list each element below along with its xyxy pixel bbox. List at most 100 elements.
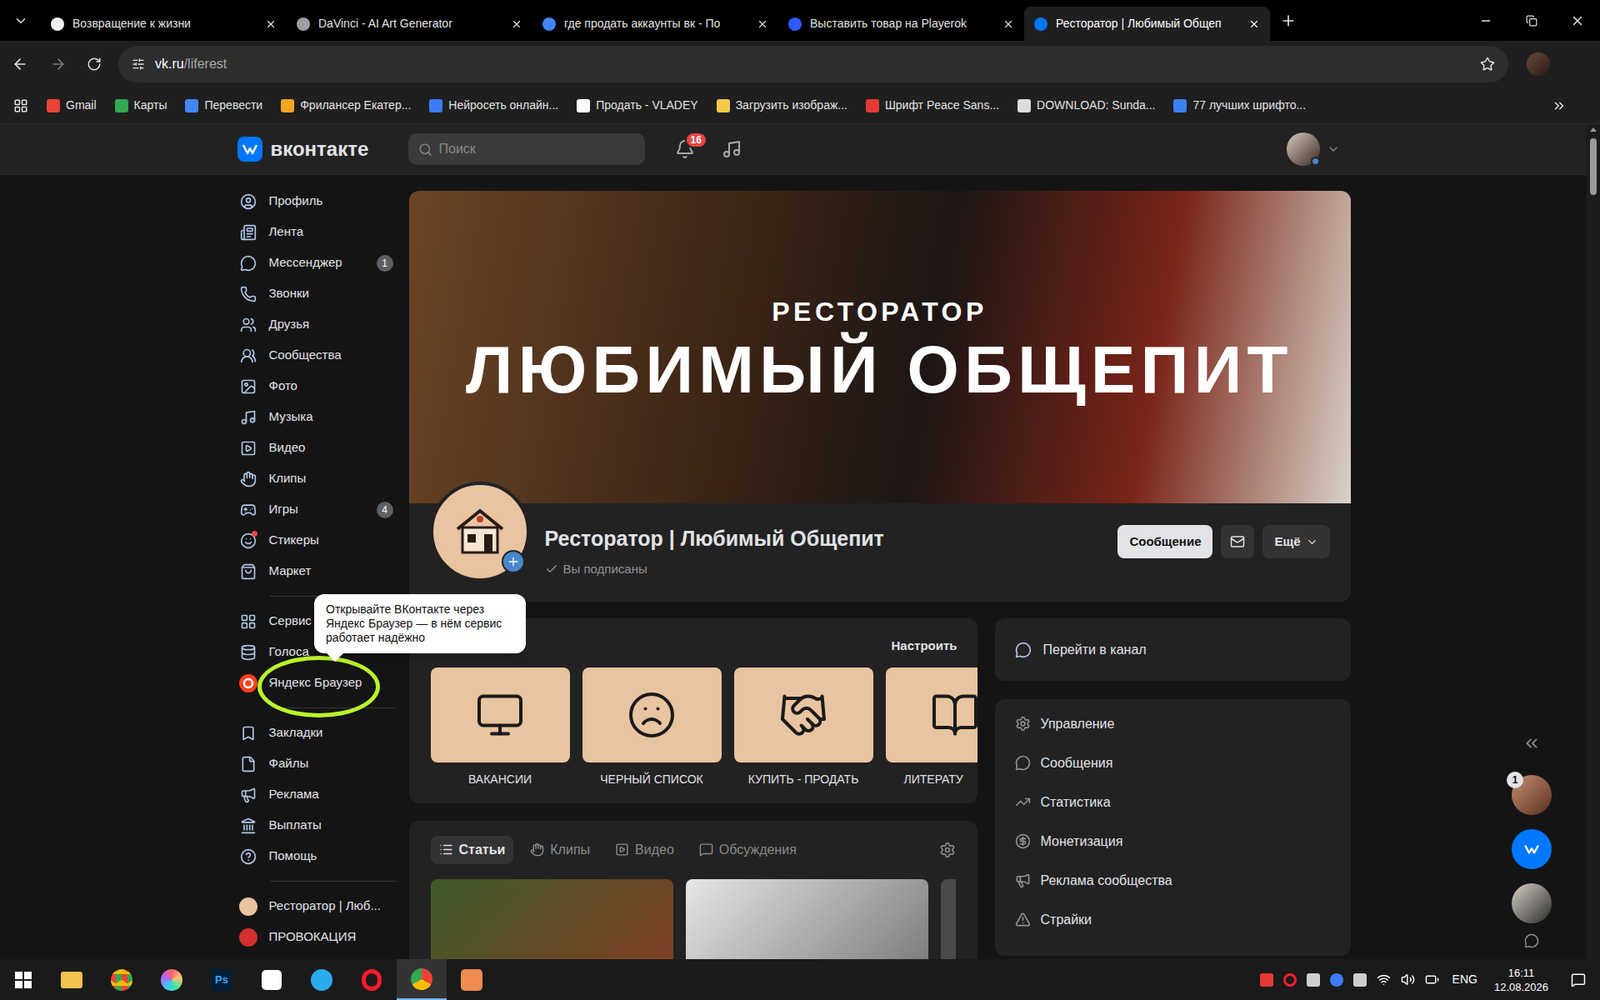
close-icon[interactable] <box>756 18 769 30</box>
bookmark[interactable]: Загрузить изображ... <box>716 96 848 115</box>
chat-avatar[interactable] <box>1511 883 1552 924</box>
community-shortcut[interactable]: Ресторатор | Люб... <box>237 890 396 922</box>
vk-logo[interactable]: вконтакте <box>237 134 409 165</box>
browser-tab[interactable]: Выставить товар на Playerok <box>778 6 1025 41</box>
tray-icon[interactable] <box>1283 973 1297 987</box>
nav-item[interactable]: Звонки <box>237 278 396 310</box>
taskbar-app[interactable] <box>96 959 147 1000</box>
apps-icon[interactable] <box>13 98 29 114</box>
star-icon[interactable] <box>1480 56 1495 72</box>
close-window-button[interactable] <box>1554 0 1600 41</box>
menu-tile[interactable]: КУПИТЬ - ПРОДАТЬ <box>734 667 874 789</box>
admin-menu-item[interactable]: Сообщения <box>995 743 1351 783</box>
taskbar-app[interactable] <box>346 959 397 1000</box>
nav-item[interactable]: Клипы <box>237 463 396 495</box>
clock[interactable]: 16:1112.08.2026 <box>1490 965 1552 995</box>
close-icon[interactable] <box>1248 18 1260 30</box>
nav-item[interactable]: Маркет <box>237 555 396 587</box>
admin-menu-item[interactable]: Реклама сообщества <box>995 860 1351 900</box>
bookmark[interactable]: Шрифт Peace Sans... <box>865 96 1000 115</box>
restore-button[interactable] <box>1508 0 1555 41</box>
admin-menu-item[interactable]: Монетизация <box>995 821 1351 861</box>
nav-item[interactable]: Помощь <box>237 840 396 872</box>
bookmark[interactable]: Перевести <box>185 96 263 115</box>
tab-search-button[interactable] <box>0 0 41 41</box>
notifications-button[interactable]: 16 <box>675 139 695 160</box>
nav-item[interactable]: Лента <box>237 216 396 248</box>
menu-tile[interactable]: ЧЕРНЫЙ СПИСОК <box>582 667 722 789</box>
browser-tab[interactable]: DaVinci - AI Art Generator <box>286 6 533 41</box>
taskbar-app[interactable] <box>446 959 497 1000</box>
back-icon[interactable] <box>11 55 29 73</box>
bookmark[interactable]: 77 лучших шрифто... <box>1173 96 1306 115</box>
close-icon[interactable] <box>265 18 277 30</box>
bookmark[interactable]: DOWNLOAD: Sunda... <box>1017 96 1155 115</box>
taskbar-app[interactable] <box>46 959 97 1000</box>
taskbar-app[interactable] <box>146 959 197 1000</box>
community-shortcut[interactable]: ПРОВОКАЦИЯ <box>237 921 396 953</box>
language-indicator[interactable]: ENG <box>1449 970 1481 989</box>
tray-icon[interactable] <box>1260 973 1274 987</box>
nav-item[interactable]: Друзья <box>237 309 396 340</box>
admin-menu-item[interactable]: Управление <box>995 704 1351 744</box>
start-button[interactable] <box>0 959 47 1000</box>
customize-link[interactable]: Настроить <box>891 636 958 656</box>
taskbar-app[interactable] <box>396 959 447 1000</box>
battery-icon[interactable] <box>1425 972 1440 987</box>
nav-item[interactable]: Видео <box>237 432 396 464</box>
new-tab-button[interactable] <box>1280 0 1297 41</box>
scrollbar[interactable] <box>1586 124 1600 960</box>
taskbar-app[interactable] <box>246 959 297 1000</box>
nav-item[interactable]: Реклама <box>237 779 396 810</box>
collapse-icon[interactable] <box>1522 734 1541 753</box>
tray-icon[interactable] <box>1330 973 1344 987</box>
content-tab[interactable]: Статьи <box>430 835 515 865</box>
nav-item[interactable]: Фото <box>237 370 396 402</box>
scrollbar-thumb[interactable] <box>1590 138 1597 195</box>
omnibox[interactable]: vk.ru/liferest <box>118 45 1509 83</box>
nav-item[interactable]: Музыка <box>237 401 396 433</box>
nav-item[interactable]: Стикеры <box>237 525 396 556</box>
notification-center-button[interactable] <box>1561 959 1595 1000</box>
site-info-icon[interactable] <box>131 57 145 71</box>
forward-icon[interactable] <box>50 55 67 73</box>
nav-item[interactable]: Мессенджер1 <box>237 247 396 279</box>
content-tab[interactable]: Видео <box>606 835 683 865</box>
bookmark[interactable]: Карты <box>115 96 168 115</box>
nav-item[interactable]: Профиль <box>237 185 396 217</box>
admin-menu-item[interactable]: Статистика <box>995 782 1351 822</box>
chat-avatar[interactable]: 1 <box>1511 775 1552 815</box>
close-icon[interactable] <box>1002 18 1015 30</box>
menu-tile[interactable]: ВАКАНСИИ <box>430 667 570 789</box>
reload-icon[interactable] <box>86 56 102 72</box>
nav-item[interactable]: Выплаты <box>237 810 396 841</box>
article-card[interactable] <box>430 879 674 960</box>
more-button[interactable]: Ещё <box>1262 525 1330 559</box>
admin-menu-item[interactable]: Страйки <box>995 900 1351 940</box>
search-field[interactable]: Поиск <box>408 133 645 165</box>
article-card[interactable] <box>940 879 956 960</box>
bookmark[interactable]: Продать - VLADEY <box>576 96 698 115</box>
gear-icon[interactable] <box>939 841 956 859</box>
menu-tile[interactable]: ЛИТЕРАТУ <box>885 667 978 789</box>
scroll-up-icon[interactable] <box>1590 127 1597 132</box>
account-menu[interactable] <box>1286 132 1340 166</box>
taskbar-app[interactable]: Ps <box>196 959 247 1000</box>
tray-icon[interactable] <box>1353 973 1367 987</box>
music-icon[interactable] <box>721 139 742 160</box>
nav-item[interactable]: Сообщества <box>237 340 396 371</box>
taskbar-app[interactable] <box>296 959 347 1000</box>
bookmark[interactable]: Gmail <box>46 96 97 115</box>
add-photo-icon[interactable] <box>501 550 525 574</box>
channel-link-card[interactable]: Перейти в канал <box>995 618 1351 681</box>
close-icon[interactable] <box>510 18 523 30</box>
article-card[interactable] <box>685 879 929 960</box>
wifi-icon[interactable] <box>1376 972 1391 987</box>
minimize-button[interactable] <box>1462 0 1509 41</box>
chat-icon[interactable] <box>1524 933 1540 949</box>
volume-icon[interactable] <box>1400 972 1415 987</box>
browser-tab[interactable]: где продать аккаунты вк - По <box>532 6 779 41</box>
profile-avatar[interactable] <box>1526 52 1550 76</box>
bookmark[interactable]: Нейросеть онлайн... <box>429 96 559 115</box>
community-avatar[interactable] <box>430 481 530 582</box>
